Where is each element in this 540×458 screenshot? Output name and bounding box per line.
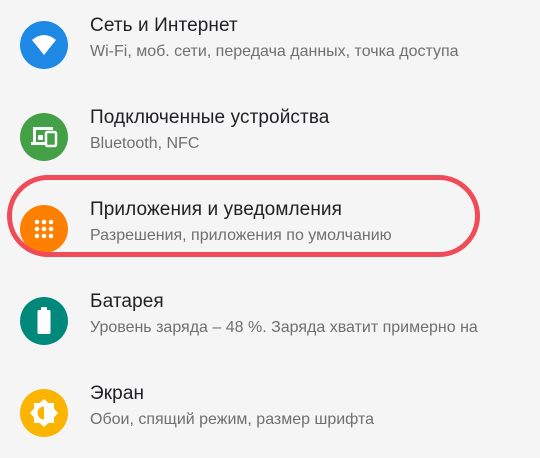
settings-item-title: Экран	[90, 383, 145, 404]
settings-item-title: Приложения и уведомления	[90, 199, 343, 220]
settings-item-subtitle: Bluetooth, NFC	[90, 135, 200, 152]
settings-item-subtitle: Разрешения, приложения по умолчанию	[90, 227, 392, 244]
settings-item-apps-notifications[interactable]: Приложения и уведомления Разрешения, при…	[0, 182, 540, 274]
settings-item-display[interactable]: Экран Обои, спящий режим, размер шрифта	[0, 366, 540, 458]
devices-icon	[20, 113, 68, 161]
settings-item-title: Батарея	[90, 291, 164, 312]
settings-item-subtitle: Уровень заряда – 48 %. Заряда хватит при…	[90, 319, 478, 336]
settings-item-title: Подключенные устройства	[90, 107, 330, 128]
settings-list: Сеть и Интернет Wi-Fi, моб. сети, переда…	[0, 0, 540, 444]
settings-item-title: Сеть и Интернет	[90, 15, 238, 36]
settings-item-battery[interactable]: Батарея Уровень заряда – 48 %. Заряда хв…	[0, 274, 540, 366]
settings-item-subtitle: Wi-Fi, моб. сети, передача данных, точка…	[90, 43, 459, 60]
battery-icon	[20, 297, 68, 345]
settings-item-network[interactable]: Сеть и Интернет Wi-Fi, моб. сети, переда…	[0, 0, 540, 90]
settings-item-subtitle: Обои, спящий режим, размер шрифта	[90, 411, 375, 428]
apps-icon	[20, 205, 68, 253]
brightness-icon	[20, 389, 68, 437]
settings-item-connected-devices[interactable]: Подключенные устройства Bluetooth, NFC	[0, 90, 540, 182]
wifi-icon	[20, 21, 68, 69]
